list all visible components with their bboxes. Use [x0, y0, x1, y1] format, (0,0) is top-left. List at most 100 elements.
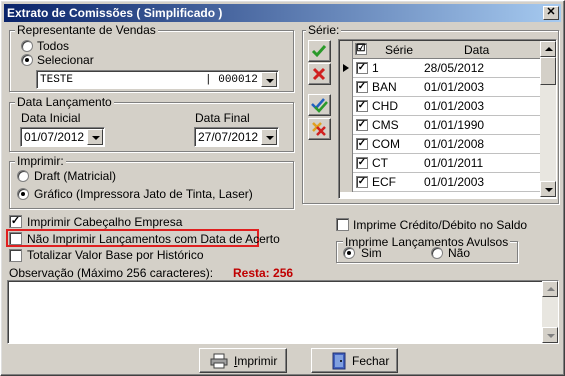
todos-radio[interactable]	[21, 40, 33, 52]
observacao-scrollbar[interactable]	[542, 281, 558, 343]
row-indicator	[340, 116, 353, 135]
data-inicial-dropdown-icon[interactable]	[87, 129, 103, 145]
green-check-icon	[311, 45, 327, 58]
row-indicator	[340, 97, 353, 116]
credito-debito-label: Imprime Crédito/Débito no Saldo	[353, 218, 528, 232]
red-x-icon	[312, 67, 326, 81]
draft-radio[interactable]	[17, 170, 29, 182]
check-all-button[interactable]	[308, 94, 331, 116]
scroll-thumb[interactable]	[540, 57, 556, 85]
check-button[interactable]	[308, 40, 331, 62]
serie-cell: CT	[372, 156, 388, 170]
serie-grid-row[interactable]: ✓ CHD 01/01/2003	[340, 97, 540, 116]
imprimir-group-label: Imprimir:	[15, 154, 66, 168]
imprimir-button-label: Imprimir	[234, 354, 278, 368]
observacao-textarea[interactable]	[7, 280, 559, 344]
serie-cell: CHD	[372, 99, 398, 113]
serie-row-checkbox[interactable]: ✓	[356, 138, 368, 150]
scroll-up-icon[interactable]	[540, 41, 556, 57]
uncheck-all-button[interactable]	[308, 118, 331, 140]
data-final-dropdown-icon[interactable]	[261, 129, 277, 145]
uncheck-button[interactable]	[308, 63, 331, 85]
row-indicator	[340, 173, 353, 192]
window-title: Extrato de Comissões ( Simplificado )	[7, 6, 223, 20]
current-row-arrow-icon	[340, 59, 353, 78]
serie-grid-row[interactable]: ✓ COM 01/01/2008	[340, 135, 540, 154]
row-indicator	[340, 154, 353, 173]
representante-group-label: Representante de Vendas	[15, 23, 158, 37]
representante-combo-value: TESTE | 000012 |	[40, 74, 272, 86]
selecionar-radio[interactable]	[21, 54, 33, 66]
data-final-label: Data Final	[195, 111, 250, 125]
data-cell: 01/01/2003	[424, 99, 485, 113]
close-button[interactable]: ✕	[543, 6, 559, 20]
serie-cell: CMS	[372, 118, 399, 132]
data-inicial-picker[interactable]: 01/07/2012	[20, 127, 105, 147]
avulsos-sim-label: Sim	[361, 246, 382, 260]
totalizar-checkbox[interactable]	[9, 249, 22, 262]
data-cell: 01/01/2008	[424, 137, 485, 151]
serie-grid-row[interactable]: ✓ ECF 01/01/2003	[340, 173, 540, 192]
avulsos-sim-radio[interactable]	[343, 247, 355, 259]
data-inicial-value: 01/07/2012	[24, 130, 85, 144]
serie-row-checkbox[interactable]: ✓	[356, 100, 368, 112]
header-indicator	[340, 41, 353, 59]
row-indicator	[340, 78, 353, 97]
grafico-label: Gráfico (Impressora Jato de Tinta, Laser…	[34, 187, 253, 201]
serie-grid-header: ☑ Série Data	[340, 41, 540, 59]
totalizar-label: Totalizar Valor Base por Histórico	[27, 248, 204, 262]
serie-row-checkbox[interactable]: ✓	[356, 157, 368, 169]
data-cell: 01/01/2003	[424, 175, 485, 189]
door-exit-icon	[332, 352, 346, 370]
header-select-all-checkbox[interactable]: ☑	[355, 43, 367, 55]
serie-row-checkbox[interactable]: ✓	[356, 62, 368, 74]
serie-row-checkbox[interactable]: ✓	[356, 176, 368, 188]
data-final-value: 27/07/2012	[198, 130, 259, 144]
observacao-scroll-down-icon[interactable]	[542, 327, 558, 343]
serie-grid: ☑ Série Data ✓ 1 28/05/2012 ✓ BAN 01/01/2003 ✓…	[340, 41, 540, 195]
serie-grid-row[interactable]: ✓ 1 28/05/2012	[340, 59, 540, 78]
uncheck-all-icon	[312, 122, 326, 136]
data-cell: 01/01/2003	[424, 80, 485, 94]
serie-grid-row[interactable]: ✓ CMS 01/01/1990	[340, 116, 540, 135]
cabecalho-label: Imprimir Cabeçalho Empresa	[27, 215, 183, 229]
imprimir-button[interactable]: Imprimir	[199, 348, 287, 373]
serie-row-checkbox[interactable]: ✓	[356, 119, 368, 131]
serie-grid-row[interactable]: ✓ BAN 01/01/2003	[340, 78, 540, 97]
avulsos-nao-label: Não	[448, 246, 471, 260]
serie-row-checkbox[interactable]: ✓	[356, 81, 368, 93]
representante-dropdown-icon[interactable]	[261, 72, 277, 87]
data-final-picker[interactable]: 27/07/2012	[194, 127, 279, 147]
draft-label: Draft (Matricial)	[34, 169, 117, 183]
observacao-scroll-up-icon[interactable]	[542, 281, 558, 297]
check-all-icon	[311, 98, 328, 113]
data-lancamento-group-label: Data Lançamento	[15, 95, 114, 109]
title-bar: Extrato de Comissões ( Simplificado ) ✕	[4, 4, 561, 22]
serie-cell: ECF	[372, 175, 396, 189]
data-inicial-label: Data Inicial	[21, 111, 81, 125]
credito-debito-checkbox[interactable]	[336, 218, 349, 231]
cabecalho-checkbox[interactable]: ✓	[9, 215, 22, 228]
nao-imprimir-checkbox[interactable]	[9, 232, 22, 245]
data-cell: 28/05/2012	[424, 61, 485, 75]
serie-cell: 1	[372, 61, 379, 75]
selecionar-label: Selecionar	[37, 53, 94, 67]
fechar-button-label: Fechar	[352, 354, 390, 368]
grafico-radio[interactable]	[17, 188, 29, 200]
resta-counter: Resta: 256	[233, 266, 294, 280]
column-header-data: Data	[464, 43, 490, 57]
fechar-button[interactable]: Fechar	[311, 348, 398, 373]
data-cell: 01/01/1990	[424, 118, 485, 132]
nao-imprimir-label: Não Imprimir Lançamentos com Data de Ace…	[27, 232, 280, 246]
data-cell: 01/01/2011	[424, 156, 484, 170]
representante-combo[interactable]: TESTE | 000012 |	[36, 70, 279, 89]
scroll-down-icon[interactable]	[540, 181, 556, 197]
serie-scrollbar[interactable]	[540, 41, 556, 197]
row-indicator	[340, 135, 353, 154]
serie-group-label: Série:	[306, 23, 342, 37]
printer-icon	[210, 353, 228, 369]
avulsos-nao-radio[interactable]	[431, 247, 443, 259]
serie-cell: COM	[372, 137, 400, 151]
column-header-serie: Série	[385, 43, 414, 57]
serie-grid-row[interactable]: ✓ CT 01/01/2011	[340, 154, 540, 173]
